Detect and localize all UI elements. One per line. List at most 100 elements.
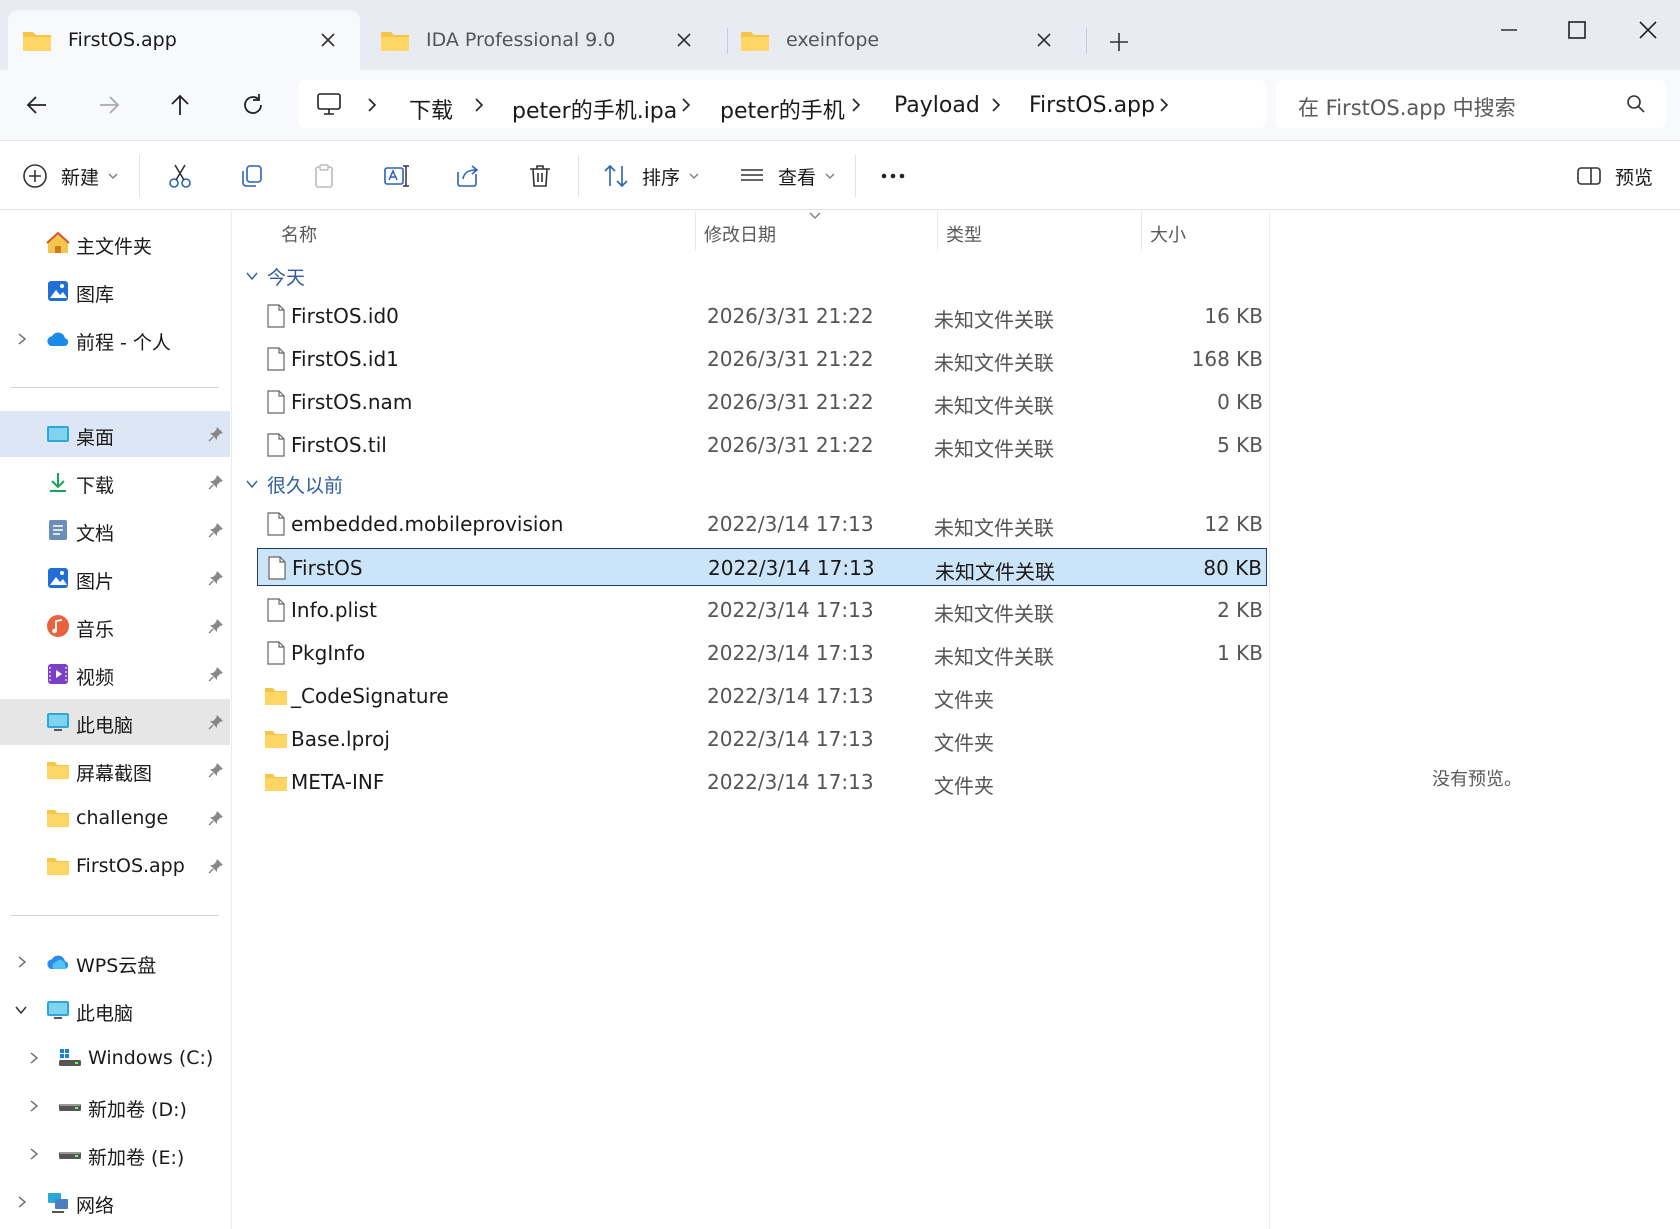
- pin-icon[interactable]: [208, 618, 224, 634]
- column-header-modified[interactable]: 修改日期: [704, 221, 776, 247]
- address-bar[interactable]: 下载 peter的手机.ipa peter的手机 Payload FirstOS…: [298, 80, 1266, 128]
- new-tab-icon[interactable]: [1107, 30, 1131, 54]
- chevron-right-icon[interactable]: [471, 96, 487, 114]
- column-divider[interactable]: [1141, 211, 1142, 251]
- chevron-down-icon[interactable]: [14, 1003, 28, 1017]
- refresh-icon[interactable]: [240, 92, 266, 118]
- sidebar-item-wps-cloud[interactable]: WPS云盘: [0, 939, 230, 985]
- chevron-right-icon[interactable]: [364, 96, 380, 114]
- pin-icon[interactable]: [208, 858, 224, 874]
- breadcrumb-ipa[interactable]: peter的手机.ipa: [512, 93, 677, 125]
- column-header-name[interactable]: 名称: [281, 221, 317, 247]
- computer-icon[interactable]: [316, 92, 342, 116]
- preview-pane-button[interactable]: 预览: [1575, 161, 1653, 191]
- tab-ida-professional[interactable]: IDA Professional 9.0: [366, 10, 716, 70]
- forward-arrow-icon[interactable]: [96, 92, 122, 118]
- chevron-right-icon[interactable]: [27, 1099, 41, 1113]
- rename-button[interactable]: [382, 161, 410, 191]
- breadcrumb-downloads[interactable]: 下载: [409, 93, 453, 125]
- sidebar-item-this-pc-pinned[interactable]: 此电脑: [0, 699, 230, 745]
- file-row[interactable]: FirstOS.nam 2026/3/31 21:22 未知文件关联 0 KB: [257, 383, 1267, 421]
- file-row[interactable]: embedded.mobileprovision 2022/3/14 17:13…: [257, 505, 1267, 543]
- close-window-icon[interactable]: [1636, 18, 1660, 42]
- up-arrow-icon[interactable]: [167, 92, 193, 118]
- pin-icon[interactable]: [208, 810, 224, 826]
- pin-icon[interactable]: [208, 762, 224, 778]
- sidebar-item-firstos-app[interactable]: FirstOS.app: [0, 843, 230, 889]
- tab-exeinfope[interactable]: exeinfope: [726, 10, 1076, 70]
- column-divider[interactable]: [937, 211, 938, 251]
- sidebar-item-network[interactable]: 网络: [0, 1179, 230, 1225]
- folder-row[interactable]: META-INF 2022/3/14 17:13 文件夹: [257, 763, 1267, 801]
- group-label: 今天: [267, 266, 306, 289]
- view-button[interactable]: 查看: [738, 161, 836, 191]
- chevron-right-icon[interactable]: [27, 1051, 41, 1065]
- pin-icon[interactable]: [208, 714, 224, 730]
- breadcrumb-firstos-app[interactable]: FirstOS.app: [1029, 93, 1155, 118]
- cut-button[interactable]: [166, 161, 194, 191]
- sidebar-item-challenge[interactable]: challenge: [0, 795, 230, 841]
- close-tab-icon[interactable]: [1034, 30, 1054, 50]
- delete-button[interactable]: [526, 161, 554, 191]
- chevron-right-icon[interactable]: [27, 1147, 41, 1161]
- pin-icon[interactable]: [208, 426, 224, 442]
- close-tab-icon[interactable]: [318, 30, 338, 50]
- sidebar-item-onedrive[interactable]: 前程 - 个人: [0, 316, 230, 362]
- copy-button[interactable]: [238, 161, 266, 191]
- sidebar-item-home[interactable]: 主文件夹: [0, 220, 230, 266]
- paste-button[interactable]: [310, 161, 338, 191]
- file-row[interactable]: FirstOS.til 2026/3/31 21:22 未知文件关联 5 KB: [257, 426, 1267, 464]
- more-options-button[interactable]: [879, 161, 907, 191]
- sidebar-item-drive-c[interactable]: Windows (C:): [0, 1035, 230, 1081]
- new-button[interactable]: 新建: [21, 161, 119, 191]
- group-header-today[interactable]: 今天: [245, 261, 305, 291]
- folder-row[interactable]: _CodeSignature 2022/3/14 17:13 文件夹: [257, 677, 1267, 715]
- pin-icon[interactable]: [208, 522, 224, 538]
- search-icon[interactable]: [1626, 94, 1646, 114]
- column-header-size[interactable]: 大小: [1150, 221, 1186, 247]
- sidebar-item-drive-d[interactable]: 新加卷 (D:): [0, 1083, 230, 1129]
- sidebar-item-pictures[interactable]: 图片: [0, 555, 230, 601]
- sidebar-item-desktop[interactable]: 桌面: [0, 411, 230, 457]
- sidebar-item-gallery[interactable]: 图库: [0, 268, 230, 314]
- column-divider[interactable]: [695, 211, 696, 251]
- file-row[interactable]: FirstOS.id0 2026/3/31 21:22 未知文件关联 16 KB: [257, 297, 1267, 335]
- folder-row[interactable]: Base.lproj 2022/3/14 17:13 文件夹: [257, 720, 1267, 758]
- chevron-right-icon[interactable]: [678, 96, 694, 114]
- chevron-right-icon[interactable]: [1156, 96, 1172, 114]
- sidebar-item-music[interactable]: 音乐: [0, 603, 230, 649]
- pin-icon[interactable]: [208, 570, 224, 586]
- sidebar-item-this-pc[interactable]: 此电脑: [0, 987, 230, 1033]
- file-row[interactable]: PkgInfo 2022/3/14 17:13 未知文件关联 1 KB: [257, 634, 1267, 672]
- share-button[interactable]: [454, 161, 482, 191]
- chevron-right-icon[interactable]: [988, 96, 1004, 114]
- sidebar-item-screenshots[interactable]: 屏幕截图: [0, 747, 230, 793]
- tab-firstos-app[interactable]: FirstOS.app: [8, 10, 360, 70]
- file-row[interactable]: FirstOS.id1 2026/3/31 21:22 未知文件关联 168 K…: [257, 340, 1267, 378]
- breadcrumb-payload[interactable]: Payload: [894, 93, 980, 118]
- sidebar-item-documents[interactable]: 文档: [0, 507, 230, 553]
- sidebar-item-drive-e[interactable]: 新加卷 (E:): [0, 1131, 230, 1177]
- sidebar-item-downloads[interactable]: 下载: [0, 459, 230, 505]
- sidebar-item-videos[interactable]: 视频: [0, 651, 230, 697]
- chevron-down-icon: [246, 480, 258, 489]
- chevron-right-icon[interactable]: [15, 955, 29, 969]
- back-arrow-icon[interactable]: [24, 92, 50, 118]
- pin-icon[interactable]: [208, 474, 224, 490]
- maximize-icon[interactable]: [1565, 18, 1589, 42]
- chevron-right-icon[interactable]: [848, 96, 864, 114]
- breadcrumb-phone[interactable]: peter的手机: [720, 93, 845, 125]
- chevron-right-icon[interactable]: [15, 332, 29, 346]
- chevron-right-icon[interactable]: [15, 1195, 29, 1209]
- search-input[interactable]: 在 FirstOS.app 中搜索: [1276, 80, 1666, 128]
- file-row-selected[interactable]: FirstOS 2022/3/14 17:13 未知文件关联 80 KB: [257, 548, 1267, 586]
- file-name: PkgInfo: [291, 641, 366, 665]
- group-header-long-ago[interactable]: 很久以前: [245, 469, 343, 499]
- minimize-icon[interactable]: [1497, 18, 1521, 42]
- file-name: FirstOS.id1: [291, 347, 399, 371]
- file-row[interactable]: Info.plist 2022/3/14 17:13 未知文件关联 2 KB: [257, 591, 1267, 629]
- column-header-type[interactable]: 类型: [946, 221, 982, 247]
- pin-icon[interactable]: [208, 666, 224, 682]
- sort-button[interactable]: 排序: [602, 161, 700, 191]
- close-tab-icon[interactable]: [674, 30, 694, 50]
